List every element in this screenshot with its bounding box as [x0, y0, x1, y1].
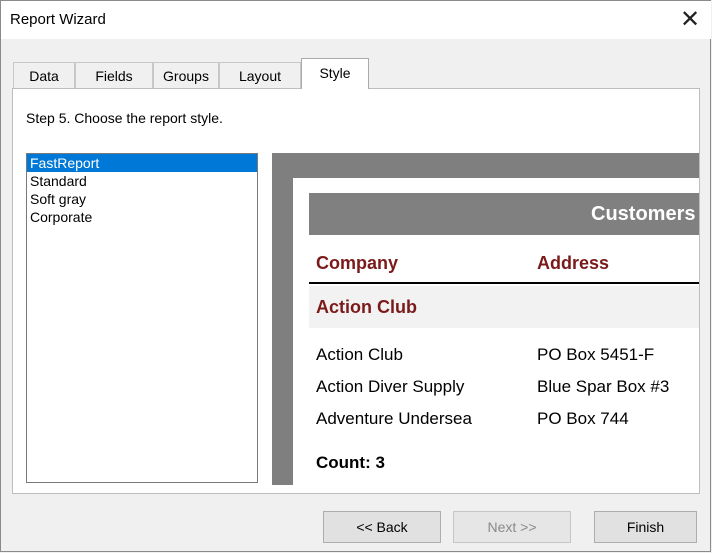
window-title: Report Wizard: [10, 11, 106, 28]
column-header-address: Address: [537, 253, 610, 273]
tab-layout[interactable]: Layout: [219, 62, 301, 88]
header-divider: [309, 282, 699, 284]
row-address: PO Box 744: [537, 409, 629, 428]
column-header-company: Company: [316, 253, 399, 273]
style-item-corporate[interactable]: Corporate: [27, 208, 257, 226]
style-tab-panel: Step 5. Choose the report style. FastRep…: [12, 88, 700, 494]
group-header: Action Club: [316, 297, 417, 317]
style-preview: Customers Company Address Action Club Ac…: [272, 153, 699, 485]
row-company: Action Club: [316, 345, 403, 364]
tab-style[interactable]: Style: [301, 58, 369, 89]
back-button[interactable]: << Back: [323, 511, 441, 543]
style-list[interactable]: FastReport Standard Soft gray Corporate: [26, 153, 258, 483]
tab-groups[interactable]: Groups: [153, 62, 219, 88]
row-company: Adventure Undersea: [316, 409, 472, 428]
group-count: Count: 3: [316, 453, 385, 472]
preview-page: Customers Company Address Action Club Ac…: [293, 178, 699, 485]
next-button[interactable]: Next >>: [453, 511, 571, 543]
close-icon[interactable]: ✕: [675, 5, 705, 35]
report-title: Customers: [591, 203, 696, 225]
style-item-standard[interactable]: Standard: [27, 172, 257, 190]
finish-button[interactable]: Finish: [594, 511, 697, 543]
row-company: Action Diver Supply: [316, 377, 465, 396]
style-item-soft-gray[interactable]: Soft gray: [27, 190, 257, 208]
row-address: Blue Spar Box #3: [537, 377, 670, 396]
step-instruction: Step 5. Choose the report style.: [26, 110, 223, 126]
tab-fields[interactable]: Fields: [75, 62, 153, 88]
style-item-fastreport[interactable]: FastReport: [27, 154, 257, 172]
row-address: PO Box 5451-F: [537, 345, 655, 364]
tab-data[interactable]: Data: [13, 62, 75, 88]
title-bar: Report Wizard ✕: [1, 1, 711, 39]
group-header-band: Action Club: [309, 286, 699, 328]
report-wizard-window: Report Wizard ✕ Data Fields Groups Layou…: [0, 0, 711, 552]
report-title-band: Customers: [309, 193, 699, 235]
